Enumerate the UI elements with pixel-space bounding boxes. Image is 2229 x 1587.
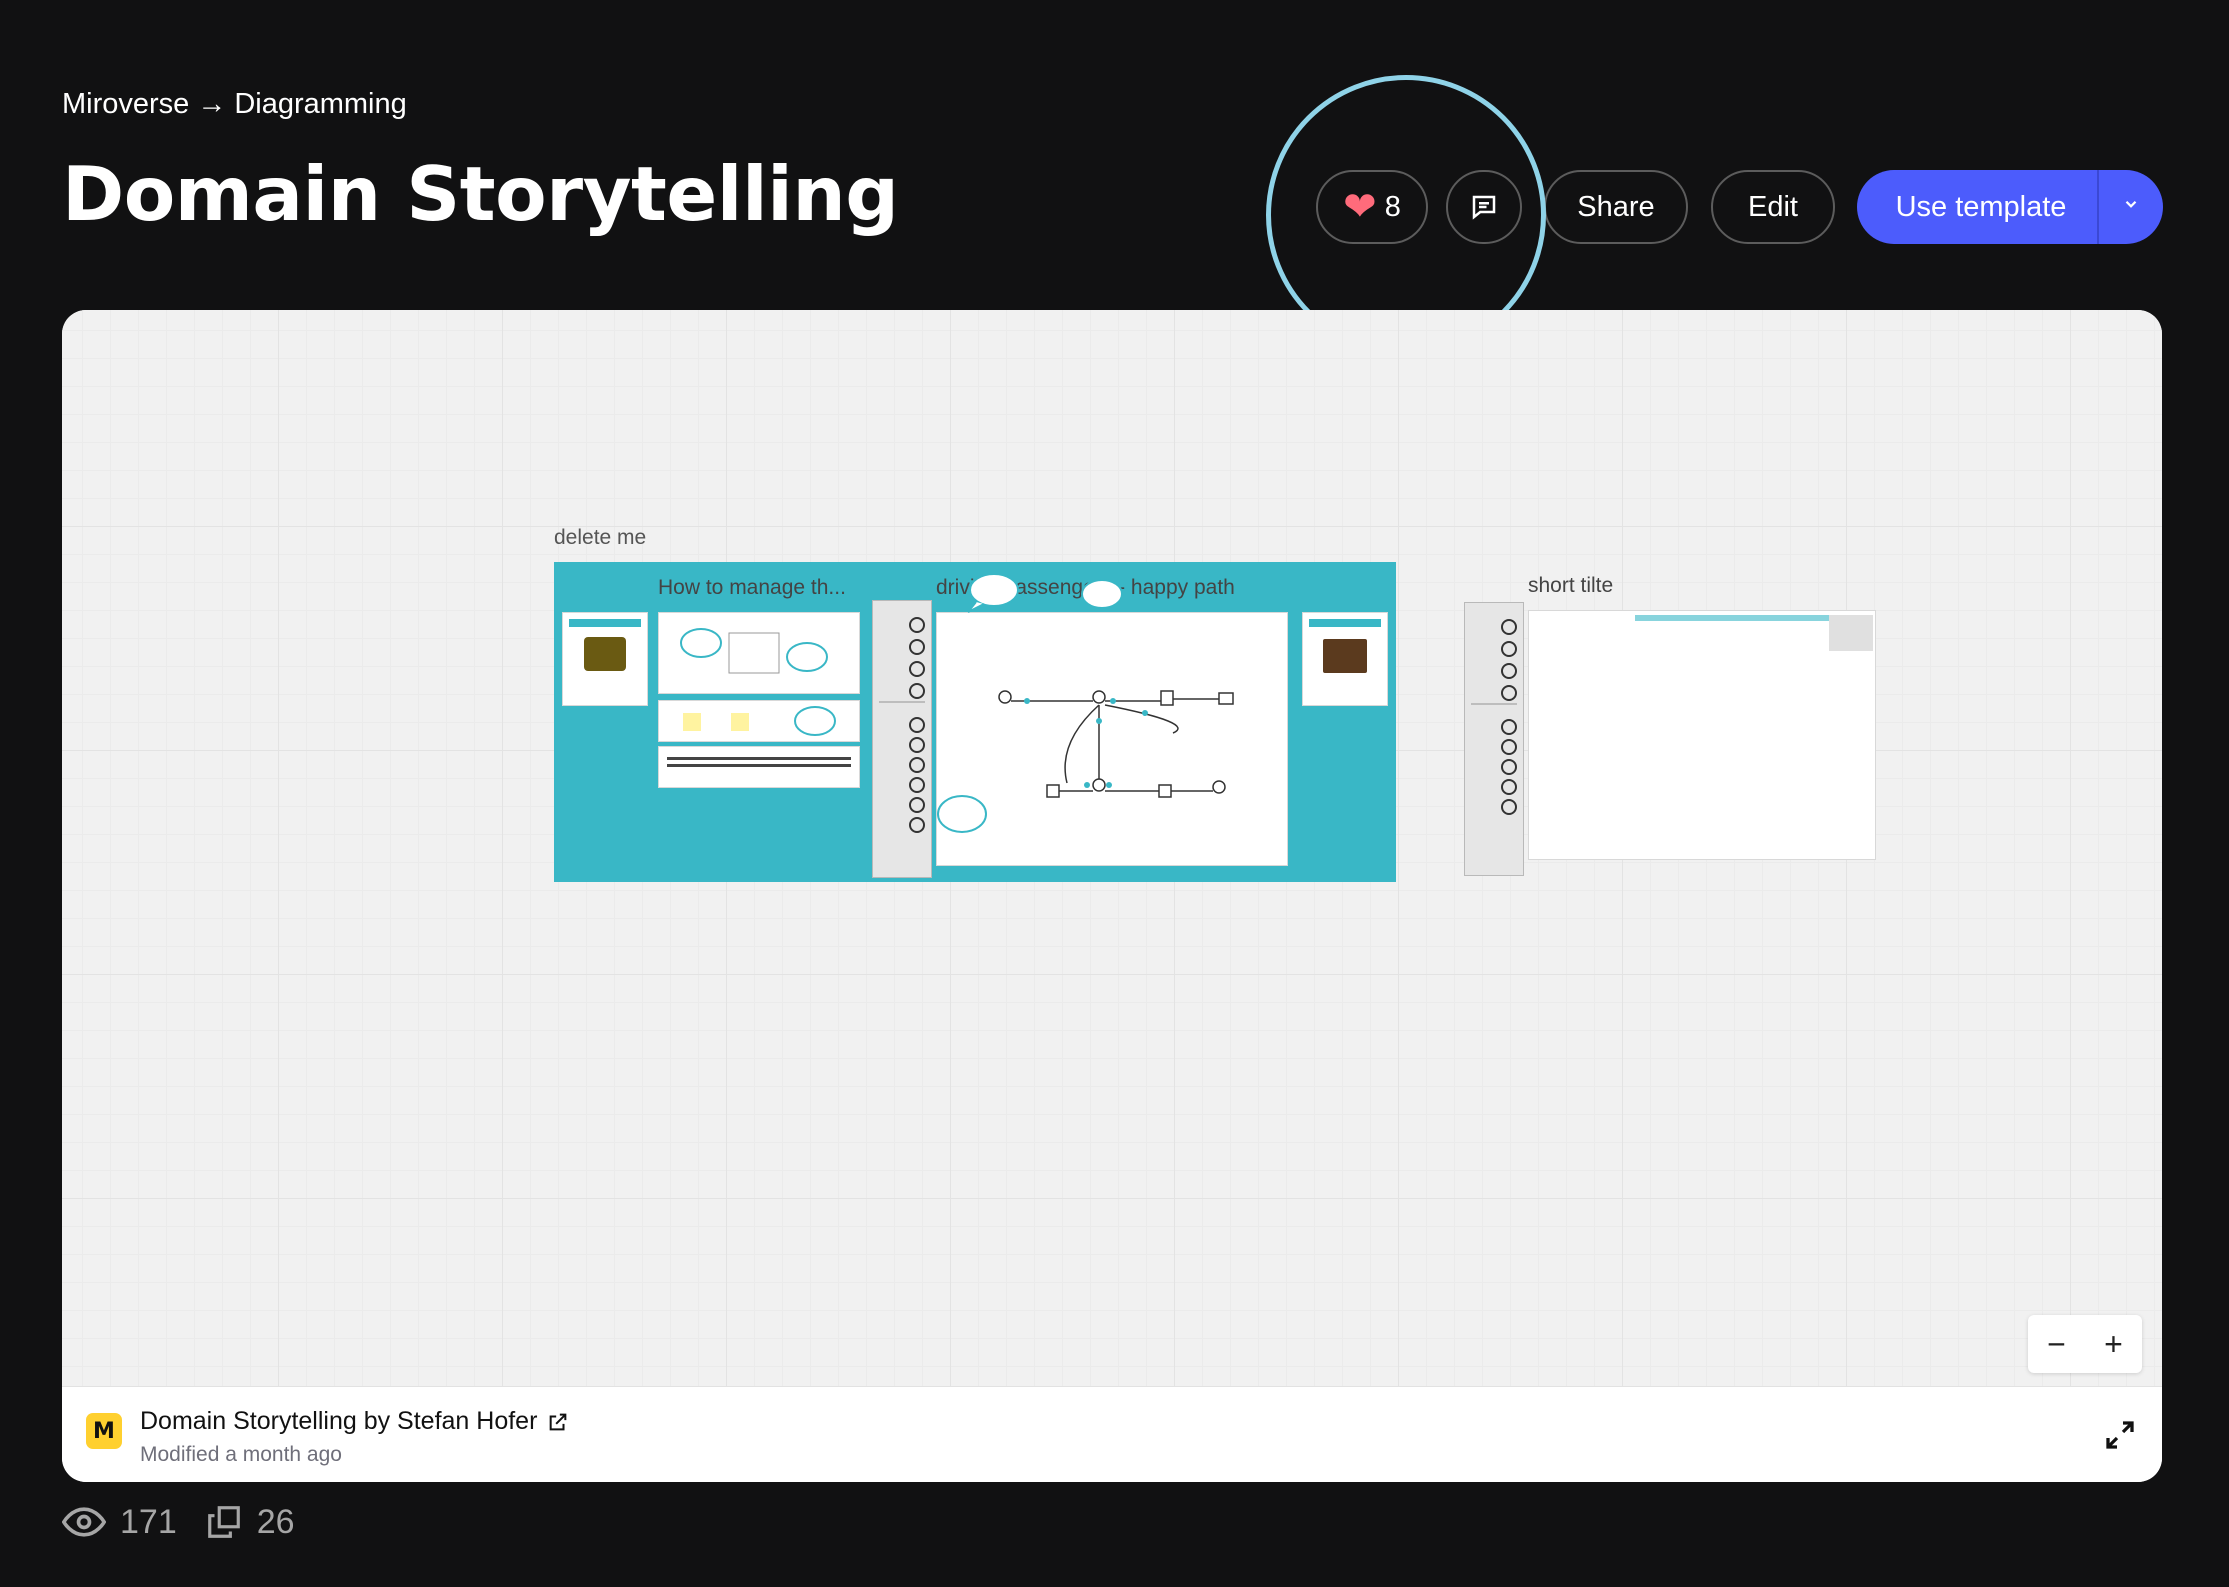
- breadcrumb-separator: →: [197, 88, 227, 120]
- use-template-label[interactable]: Use template: [1857, 191, 2097, 224]
- breadcrumb-current-link[interactable]: Diagramming: [234, 88, 406, 121]
- zoom-out-icon[interactable]: −: [2047, 1326, 2066, 1363]
- label-delete-me: delete me: [554, 526, 647, 549]
- board-preview[interactable]: delete me How to manage th... driving pa…: [62, 310, 2162, 1482]
- board-canvas[interactable]: delete me How to manage th... driving pa…: [62, 310, 2162, 1386]
- edit-button[interactable]: Edit: [1711, 170, 1835, 244]
- speech-bubble-1: [967, 573, 1019, 613]
- views-count: 171: [120, 1502, 177, 1541]
- icon-palette-2: [1464, 602, 1524, 876]
- expand-icon[interactable]: [2102, 1417, 2138, 1453]
- breadcrumb: Miroverse → Diagramming: [62, 88, 407, 121]
- comment-button[interactable]: [1446, 170, 1522, 244]
- external-link-icon[interactable]: [547, 1411, 569, 1433]
- page-title: Domain Storytelling: [62, 150, 899, 238]
- instruction-card-2: [658, 700, 860, 742]
- like-button[interactable]: ❤ 8: [1316, 170, 1428, 244]
- comment-icon: [1472, 195, 1496, 220]
- instruction-card-1: [658, 612, 860, 694]
- share-button[interactable]: Share: [1544, 170, 1688, 244]
- breadcrumb-root-link[interactable]: Miroverse: [62, 88, 189, 121]
- frame-title-how-to-manage: How to manage th...: [658, 576, 846, 599]
- speech-bubble-2: [1081, 579, 1123, 609]
- chevron-down-icon[interactable]: [2099, 195, 2163, 219]
- miro-logo-icon: M: [86, 1413, 122, 1449]
- example-card: [1302, 612, 1388, 706]
- stats-bar: 171 26: [62, 1500, 295, 1544]
- like-count: 8: [1384, 190, 1401, 223]
- zoom-in-icon[interactable]: +: [2104, 1326, 2123, 1363]
- icon-palette-1: [872, 600, 932, 878]
- instruction-card-3: [658, 746, 860, 788]
- board-name-text[interactable]: Domain Storytelling by Stefan Hofer: [140, 1407, 537, 1436]
- modified-text: Modified a month ago: [140, 1443, 342, 1466]
- eye-icon: [62, 1500, 106, 1544]
- board-footer: M Domain Storytelling by Stefan Hofer Mo…: [62, 1386, 2162, 1482]
- intro-card: [562, 612, 648, 706]
- copy-icon: [205, 1503, 243, 1541]
- empty-story-card: [1528, 610, 1876, 860]
- zoom-controls: − +: [2028, 1315, 2142, 1373]
- board-name-link[interactable]: Domain Storytelling by Stefan Hofer: [140, 1407, 569, 1436]
- heart-icon: ❤: [1343, 185, 1377, 229]
- speech-bubble-3: [937, 795, 987, 833]
- copies-count: 26: [256, 1502, 295, 1541]
- frame-title-short-tilte: short tilte: [1528, 574, 1614, 597]
- use-template-button[interactable]: Use template: [1857, 170, 2163, 244]
